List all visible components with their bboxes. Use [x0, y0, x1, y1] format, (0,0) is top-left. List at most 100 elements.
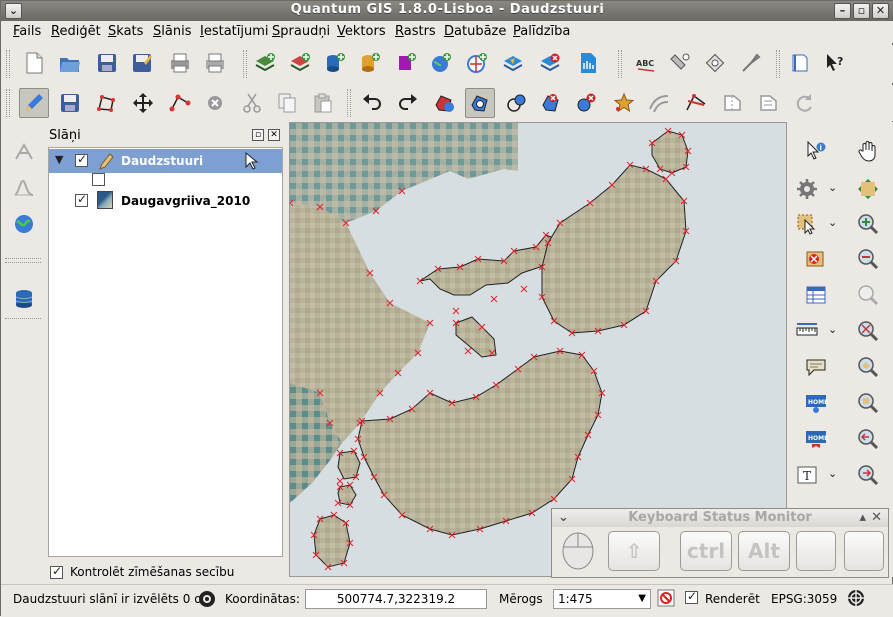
move-feature-button[interactable] — [128, 88, 158, 118]
layer-row-daugavgriiva[interactable]: Daugavgriiva_2010 — [49, 189, 282, 213]
menu-skats[interactable]: Skats — [108, 24, 143, 39]
new-gpx-layer-button[interactable] — [573, 48, 603, 78]
new-bookmark-button[interactable]: HOME — [801, 388, 831, 418]
add-spatialite-layer-button[interactable] — [355, 48, 385, 78]
menu-datubaze[interactable]: Datubāze — [444, 24, 506, 39]
rotate-point-symbols-button[interactable] — [789, 88, 819, 118]
coordinate-toggle-icon[interactable] — [197, 589, 217, 612]
plugin-tool-2-button[interactable] — [700, 48, 730, 78]
toolbar-grip[interactable] — [618, 50, 622, 78]
minimize-button[interactable]: – — [834, 3, 851, 19]
zoom-next-button[interactable] — [853, 460, 883, 490]
render-checkbox[interactable] — [685, 589, 698, 604]
layer-visibility-checkbox[interactable] — [75, 152, 88, 167]
render-order-control[interactable]: Kontrolēt zīmēšanas secību — [48, 564, 283, 582]
cut-features-button[interactable] — [237, 88, 267, 118]
zoom-to-selection-button[interactable] — [853, 388, 883, 418]
keyboard-status-monitor[interactable]: ⌄ Keyboard Status Monitor ▴ ✕ ⇧ ctrl Alt — [551, 508, 889, 578]
save-project-button[interactable] — [92, 48, 122, 78]
node-tool-button[interactable] — [165, 88, 195, 118]
raster-align-button[interactable] — [9, 136, 39, 166]
remove-layer-button[interactable] — [535, 48, 565, 78]
print-button[interactable] — [200, 48, 230, 78]
delete-selected-button[interactable] — [200, 88, 230, 118]
add-mssql-layer-button[interactable] — [391, 48, 421, 78]
undo-button[interactable] — [357, 88, 387, 118]
plugin-tool-4-button[interactable] — [785, 48, 815, 78]
scale-combobox[interactable]: 1:475 ▼ — [553, 589, 651, 609]
show-bookmarks-button[interactable]: HOME — [801, 424, 831, 454]
zoom-to-layer-button[interactable] — [853, 352, 883, 382]
dropdown-arrow-icon[interactable]: ⌄ — [828, 467, 837, 480]
chevron-down-icon[interactable]: ▼ — [638, 590, 646, 608]
zoom-actual-size-button[interactable] — [853, 280, 883, 310]
coordinate-field[interactable]: 500774.7,322319.2 — [305, 589, 487, 609]
simplify-feature-button[interactable] — [429, 88, 459, 118]
menu-spraudni[interactable]: Spraudņi — [272, 24, 330, 39]
menu-iestatijumi[interactable]: Iestatījumi — [200, 24, 269, 39]
measure-line-button[interactable] — [792, 316, 822, 346]
dropdown-arrow-icon[interactable]: ⌄ — [828, 181, 837, 194]
add-wms-layer-button[interactable] — [426, 48, 456, 78]
toolbar-grip[interactable] — [776, 50, 780, 78]
open-project-button[interactable] — [55, 48, 85, 78]
monitor-maximize-icon[interactable]: ▴ — [859, 509, 866, 527]
add-wcs-layer-button[interactable] — [462, 48, 492, 78]
monitor-menu-icon[interactable]: ⌄ — [558, 509, 569, 527]
dropdown-arrow-icon[interactable]: ⌄ — [828, 323, 837, 336]
title-bar[interactable]: ⌄ Quantum GIS 1.8.0-Lisboa - Daudzstuuri… — [1, 1, 893, 21]
whats-this-button[interactable]: ? — [820, 48, 850, 78]
print-composer-button[interactable] — [165, 48, 195, 78]
merge-features-button[interactable] — [717, 88, 747, 118]
save-as-button[interactable] — [127, 48, 157, 78]
text-annotation-button[interactable]: T — [792, 460, 822, 490]
panel-close-button[interactable]: ✕ — [268, 129, 280, 141]
merge-attributes-button[interactable] — [753, 88, 783, 118]
zoom-last-button[interactable] — [853, 424, 883, 454]
save-edits-button[interactable] — [55, 88, 85, 118]
zoom-full-button[interactable] — [853, 316, 883, 346]
monitor-close-icon[interactable]: ✕ — [871, 509, 882, 527]
open-attribute-table-button[interactable] — [801, 280, 831, 310]
toggle-editing-button[interactable] — [19, 88, 49, 118]
add-postgis-layer-button[interactable] — [320, 48, 350, 78]
add-vector-layer-button[interactable] — [250, 48, 280, 78]
split-features-button[interactable] — [681, 88, 711, 118]
toolbar-grip[interactable] — [347, 89, 351, 117]
pan-to-selection-button[interactable] — [853, 174, 883, 204]
map-tips-button[interactable] — [801, 352, 831, 382]
reshape-features-button[interactable] — [609, 88, 639, 118]
maximize-button[interactable]: ▫ — [853, 3, 870, 19]
menu-rastrs[interactable]: Rastrs — [395, 24, 436, 39]
pan-map-button[interactable] — [853, 136, 883, 166]
offset-curve-button[interactable] — [644, 88, 674, 118]
add-raster-layer-button[interactable] — [285, 48, 315, 78]
layer-row-daudzstuuri[interactable]: ▼ Daudzstuuri — [49, 149, 282, 173]
histogram-button[interactable] — [9, 172, 39, 202]
crs-label[interactable]: EPSG:3059 — [771, 592, 837, 606]
paste-features-button[interactable] — [308, 88, 338, 118]
menu-rediget[interactable]: Rediģēt — [51, 24, 101, 39]
db-manager-button[interactable] — [9, 284, 39, 314]
menu-fails[interactable]: Fails — [13, 24, 41, 39]
add-ring-button[interactable] — [465, 88, 495, 118]
toolbar-grip[interactable] — [6, 50, 10, 78]
layers-tree[interactable]: ▼ Daudzstuuri Daugavgriiva_2010 — [48, 147, 283, 557]
zoom-out-button[interactable] — [853, 244, 883, 274]
layer-visibility-checkbox[interactable] — [75, 192, 88, 207]
run-feature-action-button[interactable] — [792, 174, 822, 204]
identify-features-button[interactable]: i — [801, 136, 831, 166]
new-project-button[interactable] — [19, 48, 49, 78]
close-button[interactable]: ✕ — [872, 3, 889, 19]
delete-ring-button[interactable] — [536, 88, 566, 118]
copy-features-button[interactable] — [272, 88, 302, 118]
crs-globe-icon[interactable] — [846, 588, 866, 611]
dropdown-arrow-icon[interactable]: ⌄ — [828, 216, 837, 229]
select-features-button[interactable] — [792, 209, 822, 239]
render-order-checkbox[interactable] — [50, 564, 63, 579]
toolbar-grip[interactable] — [6, 89, 10, 117]
stop-rendering-icon[interactable] — [657, 589, 675, 610]
deselect-features-button[interactable] — [801, 244, 831, 274]
toolbar-grip[interactable] — [243, 50, 247, 78]
menu-palidziba[interactable]: Palīdzība — [513, 24, 570, 39]
